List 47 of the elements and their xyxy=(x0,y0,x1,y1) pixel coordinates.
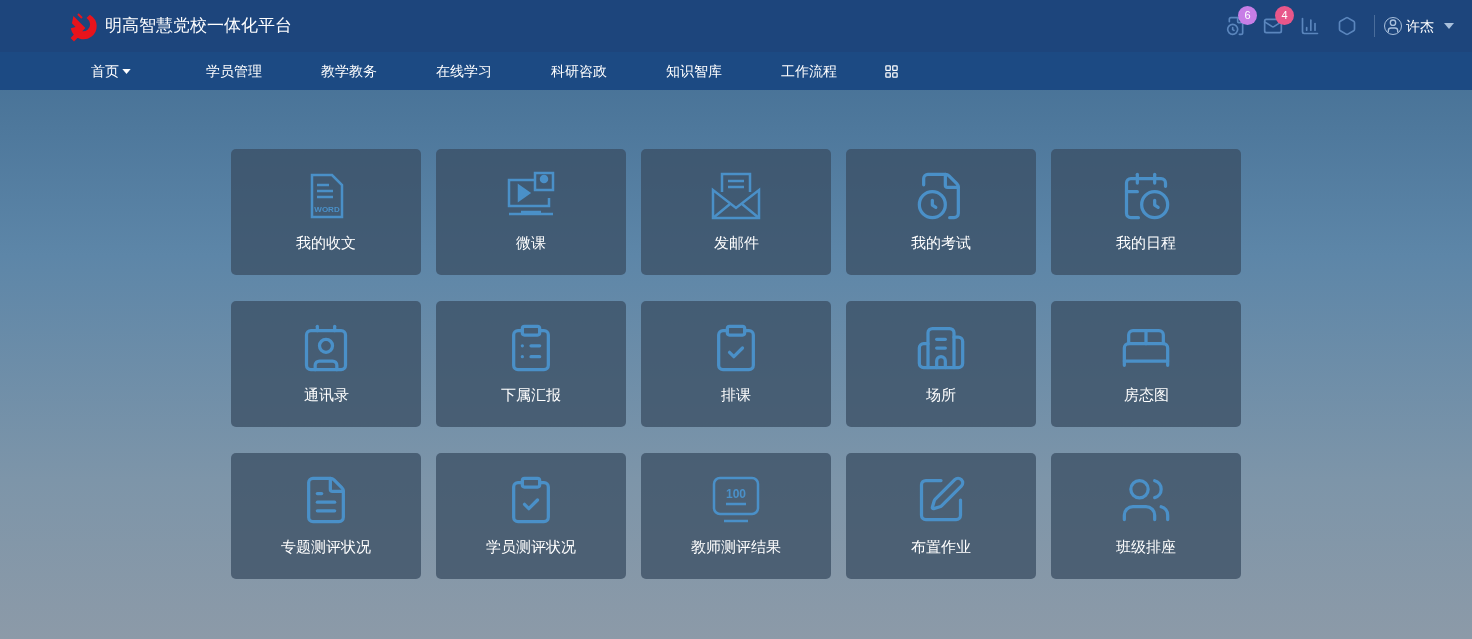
report-icon[interactable] xyxy=(1226,16,1246,36)
tile-label: 发邮件 xyxy=(713,232,759,253)
tile-label: 微课 xyxy=(516,232,546,253)
caret-icon xyxy=(122,68,131,74)
nav-item[interactable]: 知识智库 xyxy=(666,60,735,82)
app-tile[interactable]: 布置作业 xyxy=(846,453,1036,579)
app-tile[interactable]: 通讯录 xyxy=(231,301,421,427)
tile-label: 通讯录 xyxy=(303,384,349,405)
nav-item[interactable]: 学员管理 xyxy=(206,60,275,82)
app-tile[interactable]: 班级排座 xyxy=(1051,453,1241,579)
app-tile[interactable]: 排课 xyxy=(641,301,831,427)
tile-label: 布置作业 xyxy=(911,536,971,557)
nav-item[interactable]: 教学教务 xyxy=(321,60,390,82)
app-tile[interactable]: 学员测评状况 xyxy=(436,453,626,579)
nav-item[interactable]: 首页 xyxy=(91,60,160,82)
mail-icon[interactable] xyxy=(1263,16,1283,36)
chart-icon[interactable] xyxy=(1300,16,1320,36)
tile-label: 下属汇报 xyxy=(501,384,561,405)
notification-badge: 4 xyxy=(1275,6,1294,25)
app-tile[interactable]: 我的日程 xyxy=(1051,149,1241,275)
caret-icon xyxy=(1444,23,1454,29)
nav-item[interactable]: 科研咨政 xyxy=(551,60,620,82)
app-tile[interactable]: 我的考试 xyxy=(846,149,1036,275)
user-menu[interactable]: 许杰 xyxy=(1384,15,1454,37)
apps-grid-icon[interactable] xyxy=(884,63,899,79)
app-title: 明高智慧党校一体化平台 xyxy=(105,15,292,38)
nav-item[interactable]: 工作流程 xyxy=(781,60,850,82)
tile-label: 学员测评状况 xyxy=(486,536,576,557)
app-tile[interactable]: 场所 xyxy=(846,301,1036,427)
app-tile[interactable]: 下属汇报 xyxy=(436,301,626,427)
notification-badge: 6 xyxy=(1238,6,1257,25)
tile-label: 班级排座 xyxy=(1116,536,1176,557)
app-tile[interactable]: WORD 我的收文 xyxy=(231,149,421,275)
tile-label: 房态图 xyxy=(1123,384,1169,405)
app-tile[interactable]: 专题测评状况 xyxy=(231,453,421,579)
tile-label: 专题测评状况 xyxy=(281,536,371,557)
app-tile[interactable]: 房态图 xyxy=(1051,301,1241,427)
tile-label: 教师测评结果 xyxy=(691,536,781,557)
app-tile[interactable]: 发邮件 xyxy=(641,149,831,275)
tile-label: 我的收文 xyxy=(296,232,356,253)
tile-label: 我的日程 xyxy=(1116,232,1176,253)
nav-item[interactable]: 在线学习 xyxy=(436,60,505,82)
tile-label: 我的考试 xyxy=(911,232,971,253)
tile-label: 排课 xyxy=(721,384,751,405)
tile-label: 场所 xyxy=(926,384,956,405)
app-tile[interactable]: 100 教师测评结果 xyxy=(641,453,831,579)
app-tile[interactable]: 微课 xyxy=(436,149,626,275)
